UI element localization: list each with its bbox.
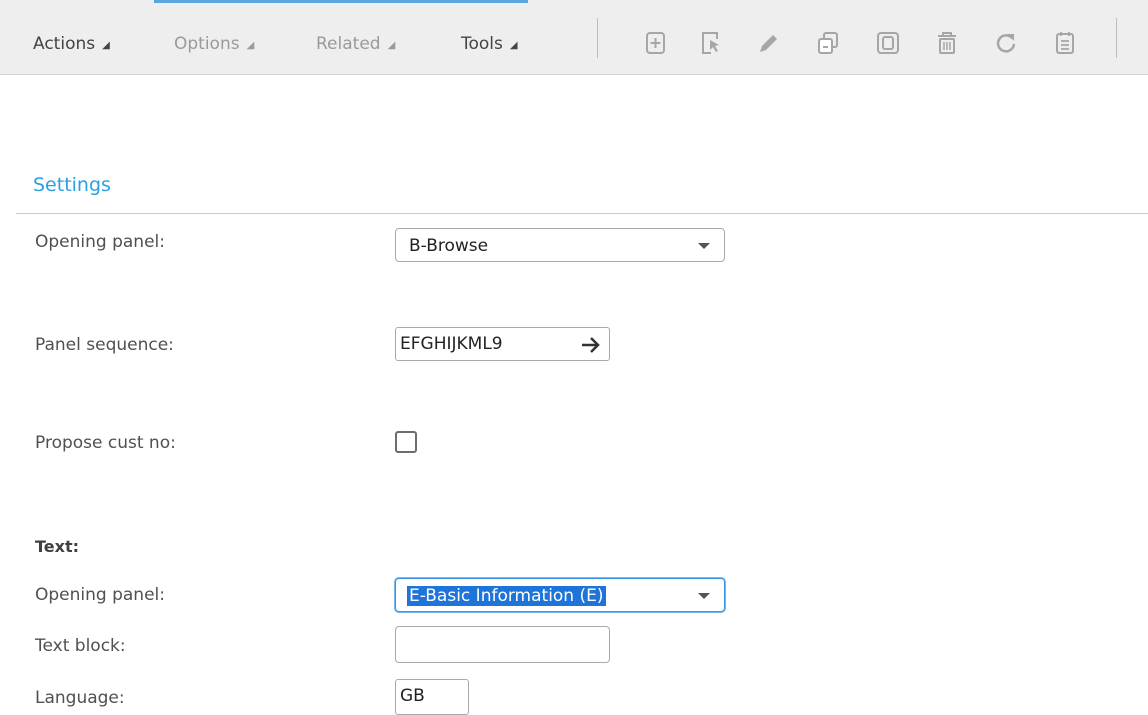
active-tab-indicator xyxy=(154,0,528,3)
opening-panel-label: Opening panel: xyxy=(35,232,165,252)
section-divider xyxy=(16,213,1148,214)
notes-icon[interactable] xyxy=(1052,30,1078,56)
related-menu[interactable]: Related ◢ xyxy=(316,34,395,54)
add-icon[interactable] xyxy=(643,30,669,56)
language-label: Language: xyxy=(35,688,125,708)
text-block-label: Text block: xyxy=(35,636,126,656)
language-input[interactable]: GB xyxy=(395,679,469,715)
edit-icon[interactable] xyxy=(756,30,782,56)
copy-icon[interactable] xyxy=(815,30,841,56)
toolbar: Actions ◢ Options ◢ Related ◢ Tools ◢ xyxy=(0,0,1148,75)
arrow-right-icon[interactable] xyxy=(580,335,602,355)
tools-menu[interactable]: Tools ◢ xyxy=(461,34,518,54)
text-block-input[interactable] xyxy=(395,626,610,663)
panel-sequence-value: EFGHIJKML9 xyxy=(400,334,503,354)
panel-sequence-field[interactable]: EFGHIJKML9 xyxy=(395,327,610,361)
options-menu[interactable]: Options ◢ xyxy=(174,34,254,54)
text-opening-panel-select[interactable]: E-Basic Information (E) xyxy=(395,578,725,612)
opening-panel-value: B-Browse xyxy=(409,236,489,256)
toolbar-separator xyxy=(1116,18,1117,58)
text-opening-panel-value: E-Basic Information (E) xyxy=(407,586,606,606)
settings-section-title: Settings xyxy=(33,174,111,196)
text-opening-panel-label: Opening panel: xyxy=(35,585,165,605)
text-section-heading: Text: xyxy=(35,537,80,556)
chevron-down-icon[interactable] xyxy=(698,243,710,249)
opening-panel-select[interactable]: B-Browse xyxy=(395,228,725,262)
language-value: GB xyxy=(400,686,425,706)
refresh-icon[interactable] xyxy=(993,30,1019,56)
toolbar-separator xyxy=(597,18,598,58)
propose-cust-no-label: Propose cust no: xyxy=(35,433,176,453)
actions-menu[interactable]: Actions ◢ xyxy=(33,34,110,54)
panel-sequence-label: Panel sequence: xyxy=(35,335,174,355)
select-icon[interactable] xyxy=(698,30,724,56)
chevron-down-icon[interactable] xyxy=(698,593,710,599)
display-icon[interactable] xyxy=(875,30,901,56)
propose-cust-no-checkbox[interactable] xyxy=(395,431,417,453)
delete-icon[interactable] xyxy=(934,30,960,56)
